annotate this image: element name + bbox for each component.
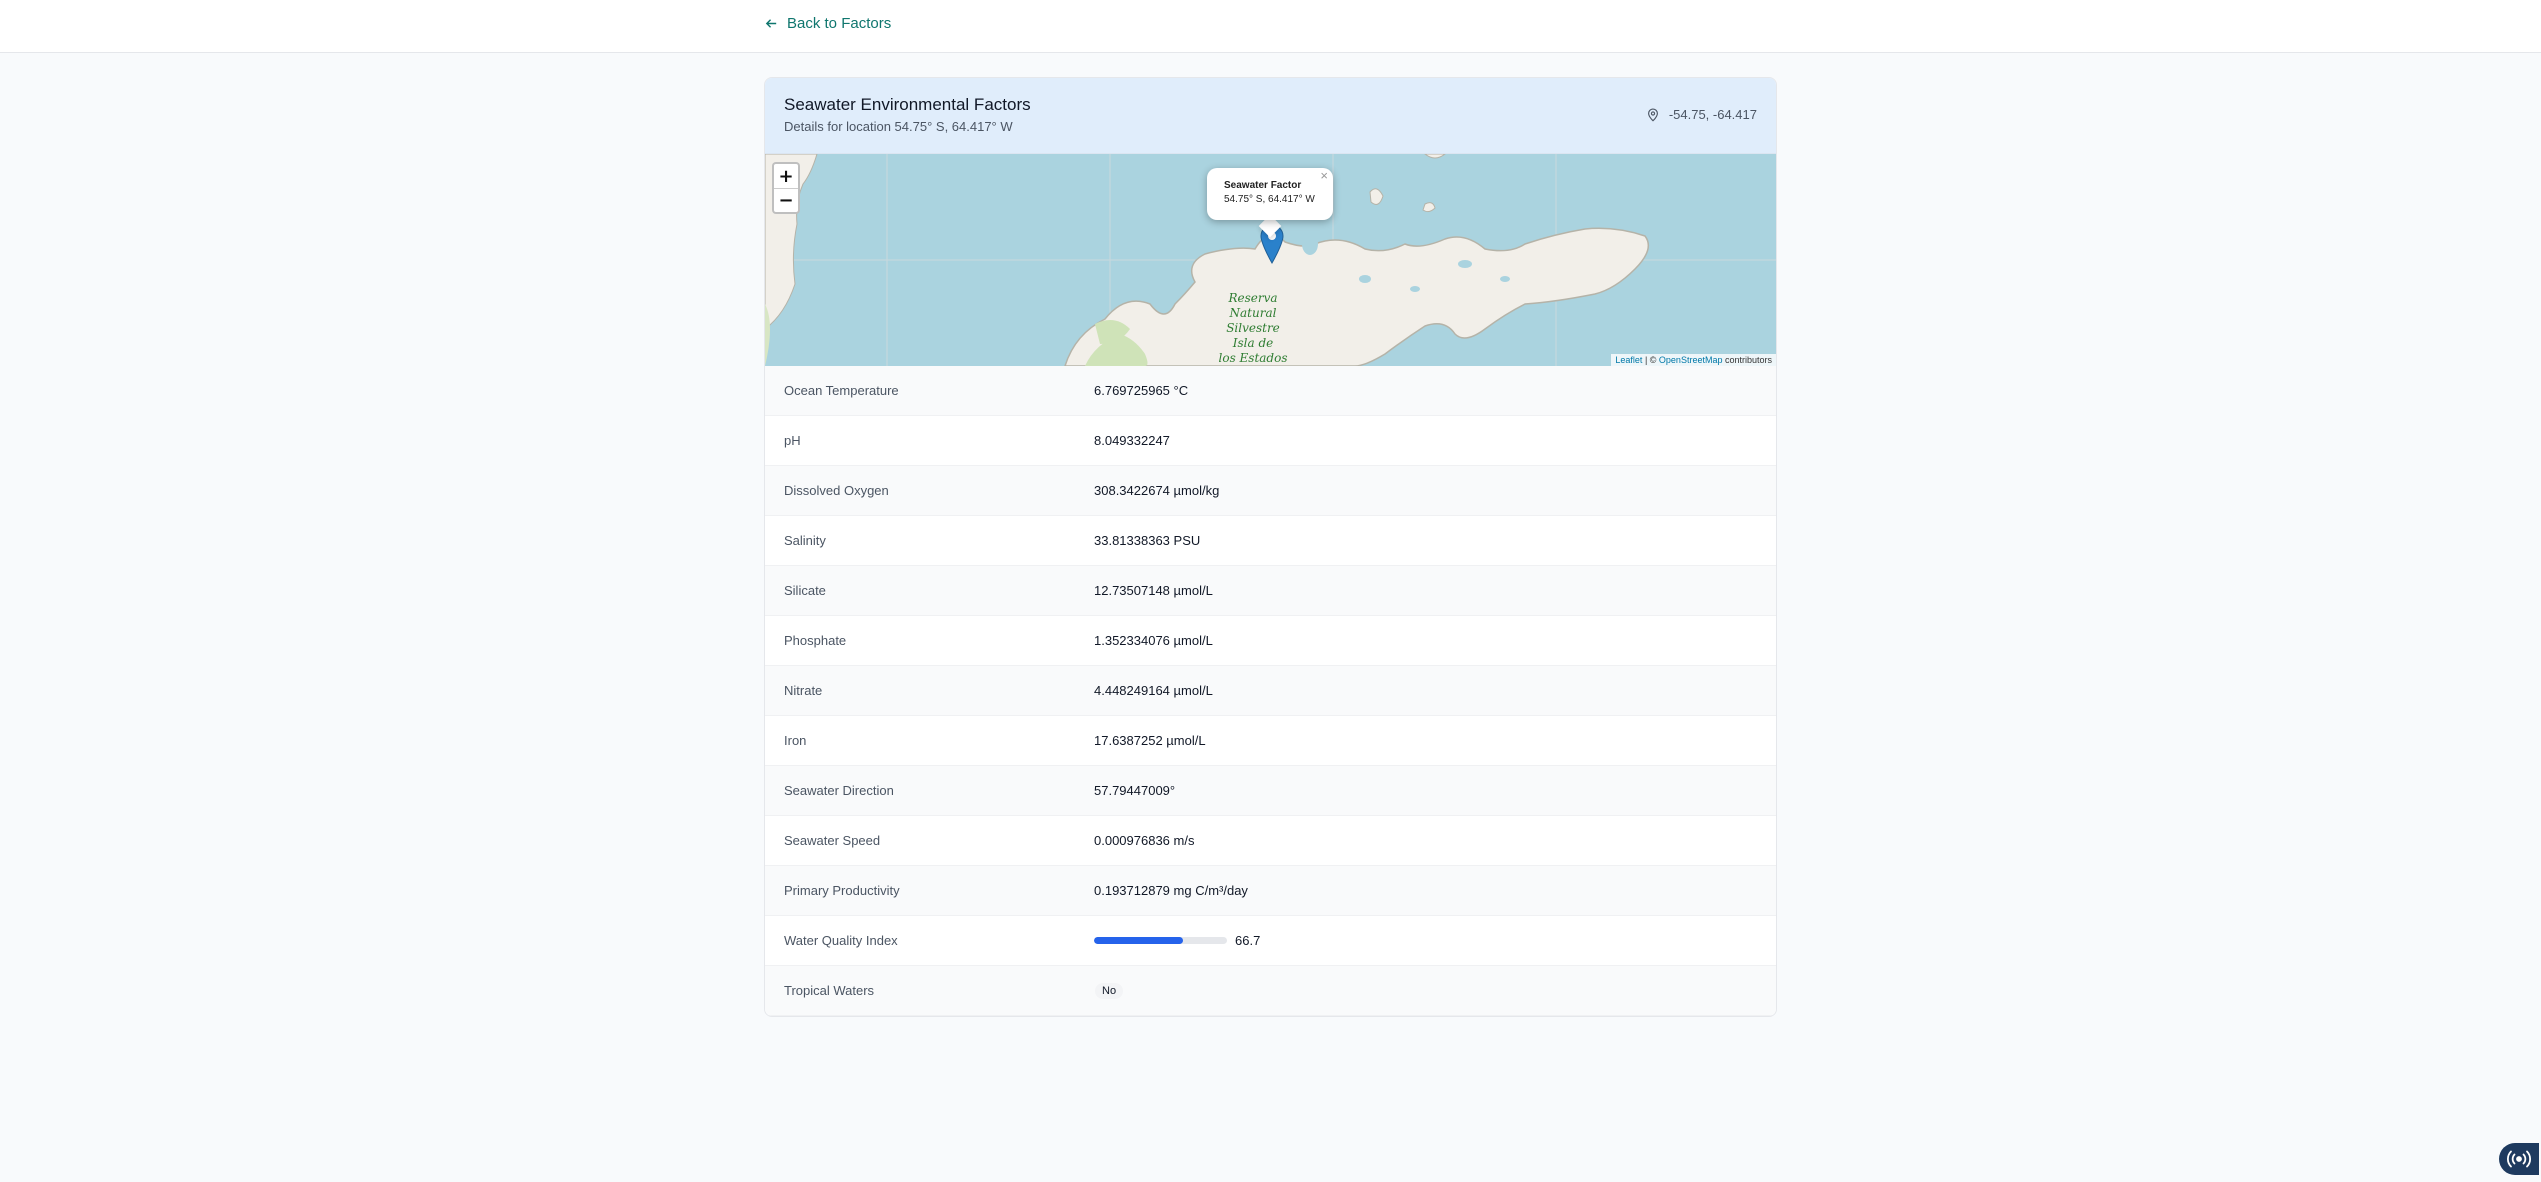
water-quality-value: 66.7 bbox=[1094, 933, 1260, 948]
zoom-out-button[interactable]: − bbox=[774, 188, 798, 212]
card-header: Seawater Environmental Factors Details f… bbox=[765, 78, 1776, 154]
factor-value: 308.3422674 µmol/kg bbox=[1094, 483, 1220, 498]
factor-value: 6.769725965 °C bbox=[1094, 383, 1189, 398]
zoom-in-button[interactable]: + bbox=[774, 164, 798, 188]
table-row: Phosphate 1.352334076 µmol/L bbox=[765, 616, 1776, 666]
table-row: Seawater Direction 57.79447009° bbox=[765, 766, 1776, 816]
factor-value: 12.73507148 µmol/L bbox=[1094, 583, 1213, 598]
page-subtitle: Details for location 54.75° S, 64.417° W bbox=[784, 119, 1013, 134]
water-quality-score: 66.7 bbox=[1235, 933, 1261, 948]
factor-label: Iron bbox=[784, 733, 807, 748]
broadcast-button[interactable] bbox=[2499, 1143, 2539, 1175]
map-label-line: los Estados bbox=[1219, 351, 1288, 365]
popup-close-button[interactable]: × bbox=[1320, 169, 1328, 183]
top-bar: Back to Factors bbox=[0, 0, 2541, 53]
back-link-label: Back to Factors bbox=[787, 15, 892, 32]
popup-coords: 54.75° S, 64.417° W bbox=[1224, 194, 1315, 205]
water-quality-progress-bar bbox=[1094, 937, 1227, 944]
table-row: Dissolved Oxygen 308.3422674 µmol/kg bbox=[765, 466, 1776, 516]
tropical-waters-value: No bbox=[1094, 982, 1124, 999]
table-row: Iron 17.6387252 µmol/L bbox=[765, 716, 1776, 766]
map-attribution: Leaflet | © OpenStreetMap contributors bbox=[1611, 354, 1776, 366]
factor-label: Primary Productivity bbox=[784, 883, 900, 898]
location-coords: -54.75, -64.417 bbox=[1646, 107, 1757, 122]
table-row: Primary Productivity 0.193712879 mg C/m³/… bbox=[765, 866, 1776, 916]
factor-table: Ocean Temperature 6.769725965 °C pH 8.0493… bbox=[765, 366, 1776, 1016]
map-label-line: Natural bbox=[1229, 306, 1277, 320]
status-badge: No bbox=[1095, 982, 1124, 999]
factor-label: Dissolved Oxygen bbox=[784, 483, 889, 498]
factor-value: 4.448249164 µmol/L bbox=[1094, 683, 1213, 698]
factor-value: 33.81338363 PSU bbox=[1094, 533, 1201, 548]
factor-label: Phosphate bbox=[784, 633, 847, 648]
coords-text: -54.75, -64.417 bbox=[1668, 107, 1757, 122]
attribution-contributors: contributors bbox=[1722, 355, 1772, 365]
factor-label: Seawater Speed bbox=[784, 833, 881, 848]
factor-label: Nitrate bbox=[784, 683, 823, 698]
table-row: Salinity 33.81338363 PSU bbox=[765, 516, 1776, 566]
factor-label: Silicate bbox=[784, 583, 826, 598]
broadcast-icon bbox=[2507, 1150, 2531, 1168]
factor-label: pH bbox=[784, 433, 801, 448]
factor-detail-card: Seawater Environmental Factors Details f… bbox=[764, 77, 1777, 1017]
arrow-left-icon bbox=[765, 19, 777, 28]
table-row: Tropical Waters No bbox=[765, 966, 1776, 1016]
back-to-factors-link[interactable]: Back to Factors bbox=[764, 15, 891, 32]
factor-value: 0.193712879 mg C/m³/day bbox=[1094, 883, 1248, 898]
table-row: Nitrate 4.448249164 µmol/L bbox=[765, 666, 1776, 716]
table-row: pH 8.049332247 bbox=[765, 416, 1776, 466]
factor-label: Tropical Waters bbox=[784, 983, 875, 998]
factor-label: Salinity bbox=[784, 533, 826, 548]
map-label-line: Isla de bbox=[1232, 336, 1274, 350]
map-label-line: Reserva bbox=[1227, 291, 1277, 305]
map-popup: Seawater Factor 54.75° S, 64.417° W × bbox=[1207, 168, 1333, 220]
popup-title: Seawater Factor bbox=[1224, 180, 1302, 191]
map-zoom-control: + − bbox=[772, 162, 800, 214]
table-row: Ocean Temperature 6.769725965 °C bbox=[765, 366, 1776, 416]
leaflet-link[interactable]: Leaflet bbox=[1615, 355, 1642, 365]
factor-value: 17.6387252 µmol/L bbox=[1094, 733, 1206, 748]
attribution-separator: | © bbox=[1642, 355, 1659, 365]
map-label-line: Silvestre bbox=[1226, 321, 1280, 335]
table-row: Seawater Speed 0.000976836 m/s bbox=[765, 816, 1776, 866]
page-title: Seawater Environmental Factors bbox=[784, 95, 1031, 114]
factor-value: 8.049332247 bbox=[1094, 433, 1170, 448]
factor-label: Water Quality Index bbox=[784, 933, 898, 948]
table-row: Silicate 12.73507148 µmol/L bbox=[765, 566, 1776, 616]
table-row: Water Quality Index 66.7 bbox=[765, 916, 1776, 966]
progress-fill bbox=[1094, 937, 1183, 944]
factor-value: 0.000976836 m/s bbox=[1094, 833, 1195, 848]
openstreetmap-link[interactable]: OpenStreetMap bbox=[1659, 355, 1723, 365]
factor-label: Seawater Direction bbox=[784, 783, 894, 798]
factor-label: Ocean Temperature bbox=[784, 383, 899, 398]
location-map[interactable]: Reserva Natural Silvestre Isla de los Es… bbox=[765, 154, 1776, 366]
map-pin-icon bbox=[1647, 107, 1658, 121]
factor-value: 1.352334076 µmol/L bbox=[1094, 633, 1213, 648]
factor-value: 57.79447009° bbox=[1094, 783, 1176, 798]
